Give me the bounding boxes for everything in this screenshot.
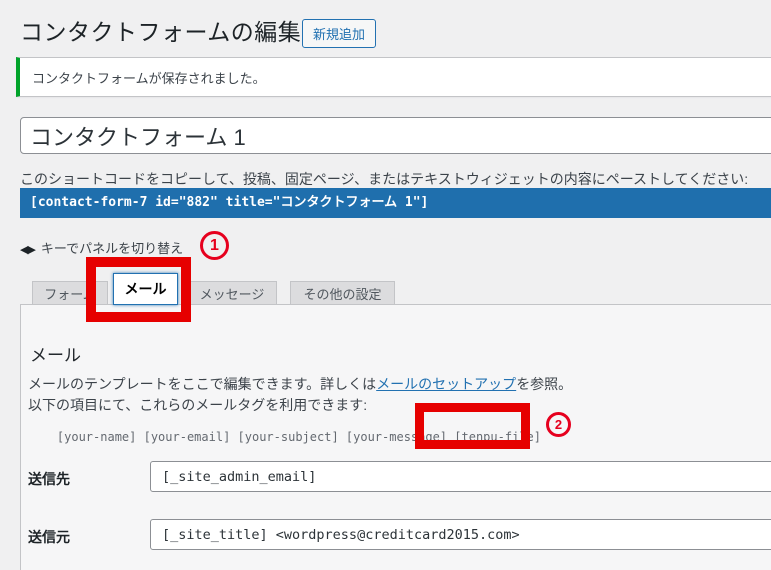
tab-mail[interactable]: メール [113,273,178,305]
tab-messages[interactable]: メッセージ [187,281,277,304]
tab-form[interactable]: フォーム [32,281,108,304]
shortcode-hint: このショートコードをコピーして、投稿、固定ページ、またはテキストウィジェットの内… [20,169,748,189]
left-right-arrows-icon: ◀▶ [20,244,35,256]
shortcode-box[interactable]: [contact-form-7 id="882" title="コンタクトフォー… [20,188,771,218]
from-field-input[interactable] [150,519,771,550]
mail-tags-plain: [your-name] [your-email] [your-subject] … [57,430,454,444]
to-field-input[interactable] [150,461,771,492]
success-notice: コンタクトフォームが保存されました。 [16,57,771,97]
success-notice-text: コンタクトフォームが保存されました。 [20,68,266,87]
mail-panel-heading: メール [30,341,81,366]
add-new-button[interactable]: 新規追加 [302,19,376,48]
page-title: コンタクトフォームの編集 [20,13,301,47]
mail-template-description: メールのテンプレートをここで編集できます。詳しくはメールのセットアップを参照。 [28,374,572,394]
cf7-edit-page: コンタクトフォームの編集 新規追加 コンタクトフォームが保存されました。 このシ… [0,0,771,570]
mail-tags-list: [your-name] [your-email] [your-subject] … [28,416,541,458]
to-field-label: 送信先 [28,469,70,489]
annotation-step-1-badge: 1 [200,231,229,260]
mail-tags-hint: 以下の項目にて、これらのメールタグを利用できます: [28,395,367,415]
tab-additional-settings[interactable]: その他の設定 [290,281,395,304]
tenpu-file-tag: [tenpu-file] [454,430,541,444]
description-text-after: を参照。 [516,376,572,392]
mail-setup-link[interactable]: メールのセットアップ [376,376,516,392]
form-title-input[interactable] [20,117,771,154]
from-field-label: 送信元 [28,527,70,547]
description-text-before: メールのテンプレートをここで編集できます。詳しくは [28,376,376,392]
panel-switch-text: キーでパネルを切り替え [41,241,183,256]
panel-switch-hint: ◀▶ キーでパネルを切り替え [20,238,183,257]
